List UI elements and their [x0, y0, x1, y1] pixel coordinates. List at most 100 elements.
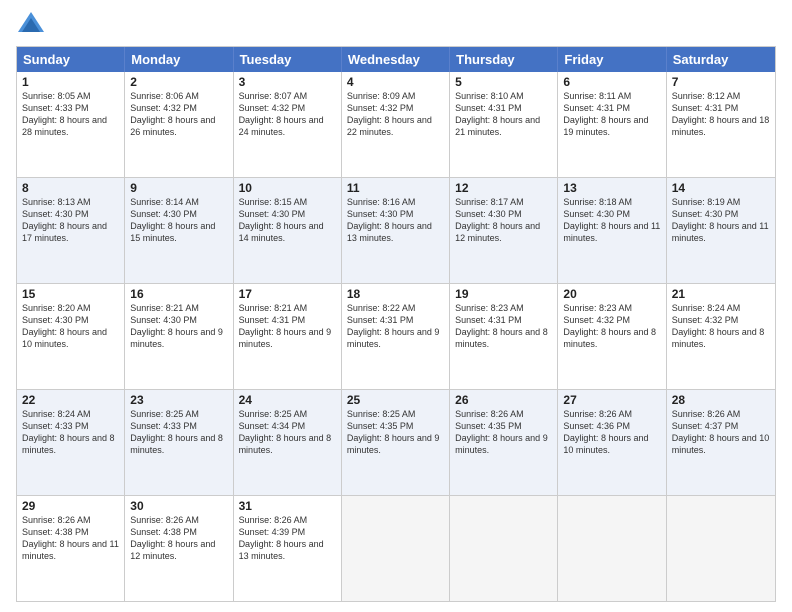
day-number: 24 [239, 393, 336, 407]
cell-info: Sunrise: 8:12 AMSunset: 4:31 PMDaylight:… [672, 90, 770, 139]
day-header-tuesday: Tuesday [234, 47, 342, 72]
day-cell-15: 15Sunrise: 8:20 AMSunset: 4:30 PMDayligh… [17, 284, 125, 389]
week-row-5: 29Sunrise: 8:26 AMSunset: 4:38 PMDayligh… [17, 495, 775, 601]
cell-info: Sunrise: 8:22 AMSunset: 4:31 PMDaylight:… [347, 302, 444, 351]
day-number: 18 [347, 287, 444, 301]
cell-info: Sunrise: 8:25 AMSunset: 4:34 PMDaylight:… [239, 408, 336, 457]
cell-info: Sunrise: 8:06 AMSunset: 4:32 PMDaylight:… [130, 90, 227, 139]
day-cell-5: 5Sunrise: 8:10 AMSunset: 4:31 PMDaylight… [450, 72, 558, 177]
cell-info: Sunrise: 8:23 AMSunset: 4:31 PMDaylight:… [455, 302, 552, 351]
empty-cell [667, 496, 775, 601]
day-cell-18: 18Sunrise: 8:22 AMSunset: 4:31 PMDayligh… [342, 284, 450, 389]
day-number: 23 [130, 393, 227, 407]
cell-info: Sunrise: 8:21 AMSunset: 4:30 PMDaylight:… [130, 302, 227, 351]
empty-cell [558, 496, 666, 601]
day-cell-12: 12Sunrise: 8:17 AMSunset: 4:30 PMDayligh… [450, 178, 558, 283]
page: SundayMondayTuesdayWednesdayThursdayFrid… [0, 0, 792, 612]
cell-info: Sunrise: 8:09 AMSunset: 4:32 PMDaylight:… [347, 90, 444, 139]
day-number: 8 [22, 181, 119, 195]
day-cell-26: 26Sunrise: 8:26 AMSunset: 4:35 PMDayligh… [450, 390, 558, 495]
day-header-wednesday: Wednesday [342, 47, 450, 72]
cell-info: Sunrise: 8:20 AMSunset: 4:30 PMDaylight:… [22, 302, 119, 351]
day-cell-24: 24Sunrise: 8:25 AMSunset: 4:34 PMDayligh… [234, 390, 342, 495]
day-number: 10 [239, 181, 336, 195]
day-cell-28: 28Sunrise: 8:26 AMSunset: 4:37 PMDayligh… [667, 390, 775, 495]
day-number: 25 [347, 393, 444, 407]
day-cell-1: 1Sunrise: 8:05 AMSunset: 4:33 PMDaylight… [17, 72, 125, 177]
day-number: 31 [239, 499, 336, 513]
day-header-thursday: Thursday [450, 47, 558, 72]
week-row-3: 15Sunrise: 8:20 AMSunset: 4:30 PMDayligh… [17, 283, 775, 389]
cell-info: Sunrise: 8:26 AMSunset: 4:35 PMDaylight:… [455, 408, 552, 457]
day-cell-9: 9Sunrise: 8:14 AMSunset: 4:30 PMDaylight… [125, 178, 233, 283]
week-row-1: 1Sunrise: 8:05 AMSunset: 4:33 PMDaylight… [17, 72, 775, 177]
day-number: 20 [563, 287, 660, 301]
calendar: SundayMondayTuesdayWednesdayThursdayFrid… [16, 46, 776, 602]
cell-info: Sunrise: 8:26 AMSunset: 4:36 PMDaylight:… [563, 408, 660, 457]
cell-info: Sunrise: 8:23 AMSunset: 4:32 PMDaylight:… [563, 302, 660, 351]
cell-info: Sunrise: 8:25 AMSunset: 4:35 PMDaylight:… [347, 408, 444, 457]
cell-info: Sunrise: 8:17 AMSunset: 4:30 PMDaylight:… [455, 196, 552, 245]
day-cell-30: 30Sunrise: 8:26 AMSunset: 4:38 PMDayligh… [125, 496, 233, 601]
day-number: 26 [455, 393, 552, 407]
empty-cell [450, 496, 558, 601]
day-number: 27 [563, 393, 660, 407]
cell-info: Sunrise: 8:07 AMSunset: 4:32 PMDaylight:… [239, 90, 336, 139]
cell-info: Sunrise: 8:15 AMSunset: 4:30 PMDaylight:… [239, 196, 336, 245]
day-number: 22 [22, 393, 119, 407]
day-header-monday: Monday [125, 47, 233, 72]
cell-info: Sunrise: 8:26 AMSunset: 4:38 PMDaylight:… [22, 514, 119, 563]
logo-icon [16, 10, 46, 40]
day-number: 7 [672, 75, 770, 89]
day-number: 14 [672, 181, 770, 195]
day-number: 11 [347, 181, 444, 195]
day-number: 16 [130, 287, 227, 301]
day-header-friday: Friday [558, 47, 666, 72]
cell-info: Sunrise: 8:26 AMSunset: 4:37 PMDaylight:… [672, 408, 770, 457]
cell-info: Sunrise: 8:26 AMSunset: 4:39 PMDaylight:… [239, 514, 336, 563]
logo [16, 10, 48, 40]
day-cell-22: 22Sunrise: 8:24 AMSunset: 4:33 PMDayligh… [17, 390, 125, 495]
day-cell-10: 10Sunrise: 8:15 AMSunset: 4:30 PMDayligh… [234, 178, 342, 283]
day-header-saturday: Saturday [667, 47, 775, 72]
day-number: 17 [239, 287, 336, 301]
day-number: 15 [22, 287, 119, 301]
day-cell-14: 14Sunrise: 8:19 AMSunset: 4:30 PMDayligh… [667, 178, 775, 283]
cell-info: Sunrise: 8:25 AMSunset: 4:33 PMDaylight:… [130, 408, 227, 457]
cell-info: Sunrise: 8:11 AMSunset: 4:31 PMDaylight:… [563, 90, 660, 139]
empty-cell [342, 496, 450, 601]
day-cell-19: 19Sunrise: 8:23 AMSunset: 4:31 PMDayligh… [450, 284, 558, 389]
day-number: 3 [239, 75, 336, 89]
cell-info: Sunrise: 8:14 AMSunset: 4:30 PMDaylight:… [130, 196, 227, 245]
cell-info: Sunrise: 8:21 AMSunset: 4:31 PMDaylight:… [239, 302, 336, 351]
week-row-4: 22Sunrise: 8:24 AMSunset: 4:33 PMDayligh… [17, 389, 775, 495]
calendar-body: 1Sunrise: 8:05 AMSunset: 4:33 PMDaylight… [17, 72, 775, 601]
calendar-header: SundayMondayTuesdayWednesdayThursdayFrid… [17, 47, 775, 72]
day-cell-3: 3Sunrise: 8:07 AMSunset: 4:32 PMDaylight… [234, 72, 342, 177]
day-number: 4 [347, 75, 444, 89]
day-cell-25: 25Sunrise: 8:25 AMSunset: 4:35 PMDayligh… [342, 390, 450, 495]
day-number: 1 [22, 75, 119, 89]
cell-info: Sunrise: 8:24 AMSunset: 4:32 PMDaylight:… [672, 302, 770, 351]
cell-info: Sunrise: 8:18 AMSunset: 4:30 PMDaylight:… [563, 196, 660, 245]
week-row-2: 8Sunrise: 8:13 AMSunset: 4:30 PMDaylight… [17, 177, 775, 283]
cell-info: Sunrise: 8:13 AMSunset: 4:30 PMDaylight:… [22, 196, 119, 245]
day-cell-17: 17Sunrise: 8:21 AMSunset: 4:31 PMDayligh… [234, 284, 342, 389]
cell-info: Sunrise: 8:10 AMSunset: 4:31 PMDaylight:… [455, 90, 552, 139]
day-cell-11: 11Sunrise: 8:16 AMSunset: 4:30 PMDayligh… [342, 178, 450, 283]
cell-info: Sunrise: 8:24 AMSunset: 4:33 PMDaylight:… [22, 408, 119, 457]
cell-info: Sunrise: 8:05 AMSunset: 4:33 PMDaylight:… [22, 90, 119, 139]
day-cell-21: 21Sunrise: 8:24 AMSunset: 4:32 PMDayligh… [667, 284, 775, 389]
day-cell-16: 16Sunrise: 8:21 AMSunset: 4:30 PMDayligh… [125, 284, 233, 389]
day-number: 9 [130, 181, 227, 195]
day-cell-29: 29Sunrise: 8:26 AMSunset: 4:38 PMDayligh… [17, 496, 125, 601]
day-cell-23: 23Sunrise: 8:25 AMSunset: 4:33 PMDayligh… [125, 390, 233, 495]
day-number: 13 [563, 181, 660, 195]
header [16, 10, 776, 40]
day-cell-13: 13Sunrise: 8:18 AMSunset: 4:30 PMDayligh… [558, 178, 666, 283]
day-number: 2 [130, 75, 227, 89]
day-cell-31: 31Sunrise: 8:26 AMSunset: 4:39 PMDayligh… [234, 496, 342, 601]
day-number: 29 [22, 499, 119, 513]
day-cell-8: 8Sunrise: 8:13 AMSunset: 4:30 PMDaylight… [17, 178, 125, 283]
cell-info: Sunrise: 8:19 AMSunset: 4:30 PMDaylight:… [672, 196, 770, 245]
